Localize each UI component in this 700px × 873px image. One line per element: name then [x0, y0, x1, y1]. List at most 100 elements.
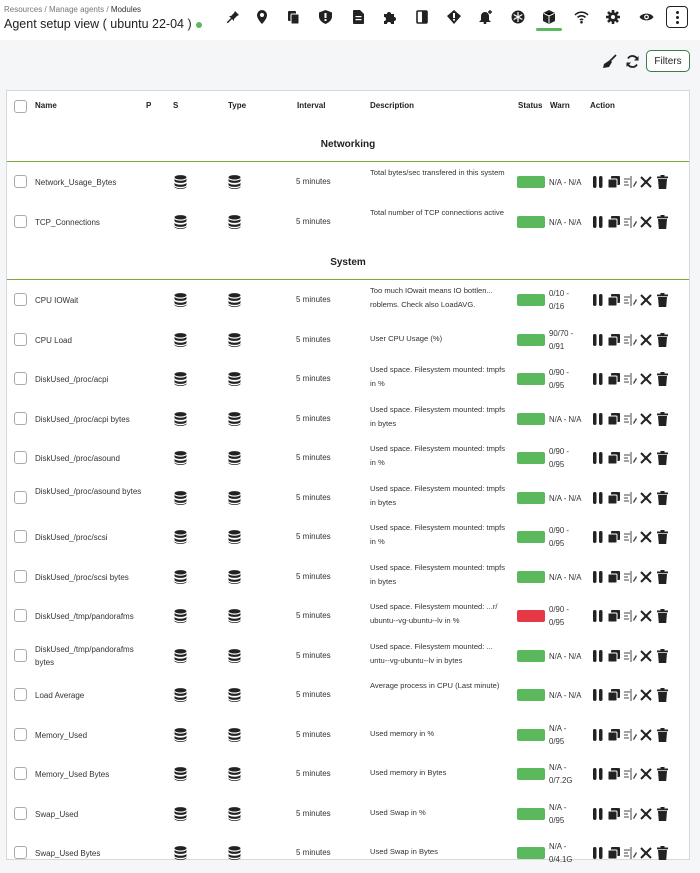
disconnect-icon[interactable]	[639, 807, 653, 821]
snowflake-icon[interactable]	[508, 7, 528, 27]
copy-icon[interactable]	[607, 609, 621, 623]
pause-icon[interactable]	[591, 372, 605, 386]
column-header-p[interactable]: P	[146, 101, 151, 110]
refresh-icon[interactable]	[623, 52, 641, 70]
copy-icon[interactable]	[607, 649, 621, 663]
disconnect-icon[interactable]	[639, 215, 653, 229]
edit-icon[interactable]	[623, 570, 637, 584]
disconnect-icon[interactable]	[639, 688, 653, 702]
module-name[interactable]: Memory_Used Bytes	[35, 768, 145, 781]
module-name[interactable]: Network_Usage_Bytes	[35, 176, 145, 189]
trash-icon[interactable]	[655, 332, 669, 347]
row-checkbox[interactable]	[14, 648, 27, 662]
pause-icon[interactable]	[591, 333, 605, 347]
row-checkbox[interactable]	[14, 530, 27, 543]
copy-icon[interactable]	[607, 372, 621, 386]
row-checkbox[interactable]	[14, 806, 27, 820]
copy-icon[interactable]	[607, 688, 621, 702]
module-name[interactable]: DiskUsed_/proc/scsi	[35, 531, 145, 544]
trash-icon[interactable]	[655, 846, 669, 860]
edit-icon[interactable]	[623, 728, 637, 742]
disconnect-icon[interactable]	[639, 649, 653, 663]
copy-icon[interactable]	[607, 215, 621, 229]
eye-icon[interactable]	[636, 7, 656, 27]
wifi-icon[interactable]	[571, 7, 591, 27]
row-checkbox[interactable]	[14, 727, 27, 741]
panel-icon[interactable]	[412, 7, 432, 27]
trash-icon[interactable]	[655, 530, 669, 544]
pause-icon[interactable]	[591, 767, 605, 781]
row-checkbox[interactable]	[14, 451, 27, 464]
trash-icon[interactable]	[655, 609, 669, 623]
edit-icon[interactable]	[623, 372, 637, 386]
disconnect-icon[interactable]	[639, 412, 653, 426]
column-header-s[interactable]: S	[173, 101, 178, 110]
bell-plus-icon[interactable]	[476, 7, 496, 27]
copy-icon[interactable]	[607, 412, 621, 426]
edit-icon[interactable]	[623, 649, 637, 663]
pause-icon[interactable]	[591, 649, 605, 663]
module-name[interactable]: DiskUsed_/proc/scsi bytes	[35, 571, 145, 584]
document-icon[interactable]	[348, 7, 368, 27]
trash-icon[interactable]	[655, 767, 669, 781]
copy-icon[interactable]	[607, 293, 621, 307]
pause-icon[interactable]	[591, 807, 605, 821]
disconnect-icon[interactable]	[639, 451, 653, 465]
select-all-checkbox[interactable]	[14, 100, 27, 113]
pause-icon[interactable]	[591, 215, 605, 229]
pause-icon[interactable]	[591, 688, 605, 702]
disconnect-icon[interactable]	[639, 728, 653, 742]
module-name[interactable]: Swap_Used	[35, 808, 145, 821]
copy-icon[interactable]	[607, 175, 621, 189]
row-checkbox[interactable]	[14, 175, 27, 188]
row-checkbox[interactable]	[14, 490, 27, 504]
column-header-status[interactable]: Status	[518, 101, 542, 110]
module-name[interactable]: Memory_Used	[35, 729, 145, 742]
pause-icon[interactable]	[591, 175, 605, 189]
module-name[interactable]: TCP_Connections	[35, 216, 145, 229]
edit-icon[interactable]	[623, 175, 637, 189]
disconnect-icon[interactable]	[639, 293, 653, 307]
trash-icon[interactable]	[655, 806, 669, 821]
trash-icon[interactable]	[655, 214, 669, 229]
edit-icon[interactable]	[623, 767, 637, 781]
copy-icon[interactable]	[607, 451, 621, 465]
copy-icon[interactable]	[607, 728, 621, 742]
column-header-type[interactable]: Type	[228, 101, 246, 110]
diamond-icon[interactable]	[444, 7, 464, 27]
disconnect-icon[interactable]	[639, 372, 653, 386]
module-name[interactable]: DiskUsed_/proc/acpi	[35, 373, 145, 386]
copy-icon[interactable]	[607, 333, 621, 347]
disconnect-icon[interactable]	[639, 333, 653, 347]
gear-icon[interactable]	[603, 7, 623, 27]
pin-icon[interactable]	[223, 7, 243, 27]
shield-icon[interactable]	[315, 7, 335, 27]
edit-icon[interactable]	[623, 846, 637, 860]
copy-icon[interactable]	[607, 767, 621, 781]
copy-icon[interactable]	[607, 846, 621, 860]
pause-icon[interactable]	[591, 451, 605, 465]
trash-icon[interactable]	[655, 372, 669, 386]
row-checkbox[interactable]	[14, 214, 27, 228]
copy-icon[interactable]	[283, 7, 303, 27]
pause-icon[interactable]	[591, 412, 605, 426]
disconnect-icon[interactable]	[639, 491, 653, 505]
trash-icon[interactable]	[655, 490, 669, 505]
pause-icon[interactable]	[591, 530, 605, 544]
row-checkbox[interactable]	[14, 569, 27, 583]
copy-icon[interactable]	[607, 530, 621, 544]
edit-icon[interactable]	[623, 451, 637, 465]
module-name[interactable]: CPU IOWait	[35, 294, 145, 307]
edit-icon[interactable]	[623, 491, 637, 505]
pause-icon[interactable]	[591, 491, 605, 505]
module-name[interactable]: DiskUsed_/tmp/pandorafms	[35, 610, 145, 623]
puzzle-icon[interactable]	[380, 7, 400, 27]
copy-icon[interactable]	[607, 570, 621, 584]
row-checkbox[interactable]	[14, 411, 27, 425]
module-name[interactable]: DiskUsed_/proc/asound	[35, 452, 145, 465]
module-name[interactable]: Load Average	[35, 689, 145, 702]
disconnect-icon[interactable]	[639, 530, 653, 544]
column-header-name[interactable]: Name	[35, 101, 57, 110]
disconnect-icon[interactable]	[639, 609, 653, 623]
pause-icon[interactable]	[591, 728, 605, 742]
